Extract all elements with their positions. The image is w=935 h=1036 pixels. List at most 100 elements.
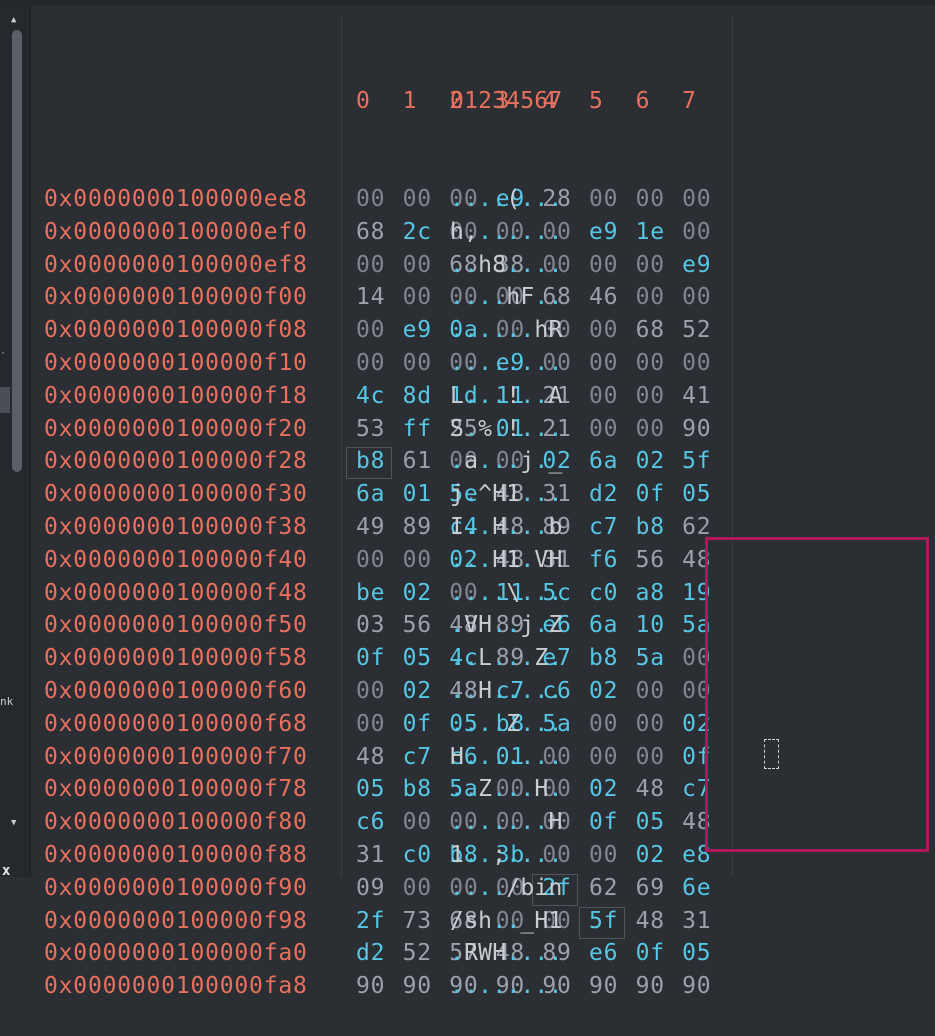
hex-byte[interactable]: 00 <box>356 347 403 380</box>
row-ascii[interactable]: S.%.!... <box>450 413 563 446</box>
row-address[interactable]: 0x0000000100000f70 <box>44 741 344 774</box>
row-ascii[interactable]: I..H...b <box>450 511 563 544</box>
hex-byte[interactable]: 6a <box>589 445 636 478</box>
hex-byte[interactable]: 05 <box>356 773 403 806</box>
hex-byte[interactable]: 61 <box>403 445 450 478</box>
hex-byte[interactable]: 53 <box>356 413 403 446</box>
row-address[interactable]: 0x0000000100000f00 <box>44 281 344 314</box>
row-address[interactable]: 0x0000000100000f68 <box>44 708 344 741</box>
hex-byte[interactable]: e6 <box>589 937 636 970</box>
row-address[interactable]: 0x0000000100000f18 <box>44 380 344 413</box>
row-address[interactable]: 0x0000000100000ef0 <box>44 216 344 249</box>
hex-byte[interactable]: 00 <box>636 183 683 216</box>
hex-byte[interactable]: c7 <box>403 741 450 774</box>
hex-byte[interactable]: 2f <box>356 905 403 938</box>
row-ascii[interactable]: j.^H1... <box>450 478 563 511</box>
scrollbar-thumb[interactable] <box>12 30 22 472</box>
hex-byte[interactable]: 02 <box>636 445 683 478</box>
hex-byte[interactable]: c0 <box>589 577 636 610</box>
hex-byte[interactable]: c6 <box>356 806 403 839</box>
row-ascii[interactable]: .RWH.... <box>450 937 563 970</box>
row-ascii[interactable]: .VH..j.Z <box>450 609 563 642</box>
hex-byte[interactable]: 02 <box>589 773 636 806</box>
row-ascii[interactable]: ....\... <box>450 577 563 610</box>
row-ascii[interactable]: ..Z...H. <box>450 773 563 806</box>
row-ascii[interactable]: ....(... <box>450 183 563 216</box>
hex-byte[interactable]: 90 <box>403 970 450 1003</box>
hex-byte[interactable]: 31 <box>356 839 403 872</box>
hex-byte[interactable]: 02 <box>636 839 683 872</box>
row-address[interactable]: 0x0000000100000ef8 <box>44 249 344 282</box>
hex-byte[interactable]: e9 <box>589 216 636 249</box>
row-address[interactable]: 0x0000000100000f98 <box>44 905 344 938</box>
hex-byte[interactable]: 5f <box>682 445 729 478</box>
row-ascii[interactable]: ....hF.. <box>450 281 563 314</box>
row-address[interactable]: 0x0000000100000f48 <box>44 577 344 610</box>
hex-byte[interactable]: 00 <box>636 249 683 282</box>
hex-byte[interactable]: 5a <box>636 642 683 675</box>
hex-byte[interactable]: 48 <box>356 741 403 774</box>
hex-byte[interactable]: 00 <box>589 347 636 380</box>
hex-byte[interactable]: 46 <box>589 281 636 314</box>
hex-byte[interactable]: 00 <box>356 183 403 216</box>
row-ascii[interactable]: ..H..... <box>450 675 563 708</box>
hex-byte[interactable]: 00 <box>589 314 636 347</box>
row-ascii[interactable]: ........ <box>450 970 563 1003</box>
row-address[interactable]: 0x0000000100000f40 <box>44 544 344 577</box>
hex-byte[interactable]: 03 <box>356 609 403 642</box>
hex-byte[interactable]: 00 <box>636 281 683 314</box>
row-address[interactable]: 0x0000000100000f38 <box>44 511 344 544</box>
row-address[interactable]: 0x0000000100000f20 <box>44 413 344 446</box>
row-address[interactable]: 0x0000000100000f80 <box>44 806 344 839</box>
row-address[interactable]: 0x0000000100000ee8 <box>44 183 344 216</box>
hex-byte[interactable]: 8d <box>403 380 450 413</box>
hex-byte[interactable]: 0f <box>636 937 683 970</box>
hex-byte[interactable]: 41 <box>682 380 729 413</box>
row-ascii[interactable]: ..L...Z. <box>450 642 563 675</box>
hex-byte[interactable]: 73 <box>403 905 450 938</box>
row-address[interactable]: 0x0000000100000f78 <box>44 773 344 806</box>
hex-byte[interactable]: 2c <box>403 216 450 249</box>
hex-byte[interactable]: 68 <box>636 314 683 347</box>
hex-byte[interactable]: 01 <box>403 478 450 511</box>
hex-byte[interactable]: e9 <box>403 314 450 347</box>
row-ascii[interactable]: /sh.._H1 <box>450 905 563 938</box>
hex-byte[interactable]: 0f <box>636 478 683 511</box>
hex-byte[interactable]: 00 <box>636 413 683 446</box>
row-address[interactable]: 0x0000000100000f10 <box>44 347 344 380</box>
hex-byte[interactable]: 5f <box>579 905 636 939</box>
row-ascii[interactable]: .a...j._ <box>450 445 563 478</box>
hex-byte[interactable]: 02 <box>589 675 636 708</box>
hex-byte[interactable]: 90 <box>682 970 729 1003</box>
hex-byte[interactable]: 49 <box>356 511 403 544</box>
row-address[interactable]: 0x0000000100000f88 <box>44 839 344 872</box>
hex-byte[interactable]: 00 <box>356 675 403 708</box>
row-address[interactable]: 0x0000000100000fa8 <box>44 970 344 1003</box>
hex-byte[interactable]: 00 <box>589 413 636 446</box>
row-address[interactable]: 0x0000000100000f58 <box>44 642 344 675</box>
hex-byte[interactable]: 05 <box>636 806 683 839</box>
hex-byte[interactable]: 05 <box>682 478 729 511</box>
hex-byte[interactable]: 14 <box>356 281 403 314</box>
hex-byte[interactable]: 00 <box>636 741 683 774</box>
hex-byte[interactable]: 00 <box>589 741 636 774</box>
hex-byte[interactable]: 90 <box>356 970 403 1003</box>
hex-byte[interactable]: 00 <box>682 347 729 380</box>
hex-byte[interactable]: 00 <box>403 281 450 314</box>
hex-byte[interactable]: 05 <box>403 642 450 675</box>
hex-byte[interactable]: b8 <box>636 511 683 544</box>
hex-byte[interactable]: 00 <box>682 216 729 249</box>
hex-byte[interactable]: 4c <box>356 380 403 413</box>
hex-byte[interactable]: 00 <box>682 183 729 216</box>
hex-byte[interactable]: 56 <box>636 544 683 577</box>
hex-byte[interactable]: c0 <box>403 839 450 872</box>
hex-byte[interactable]: 05 <box>682 937 729 970</box>
hex-byte[interactable]: 00 <box>403 806 450 839</box>
hex-byte[interactable]: 00 <box>589 839 636 872</box>
hex-byte[interactable]: 00 <box>356 249 403 282</box>
hex-byte[interactable]: b8 <box>589 642 636 675</box>
row-ascii[interactable]: .......H <box>450 806 563 839</box>
hex-byte[interactable]: f6 <box>589 544 636 577</box>
row-address[interactable]: 0x0000000100000f60 <box>44 675 344 708</box>
hex-byte[interactable]: a8 <box>636 577 683 610</box>
